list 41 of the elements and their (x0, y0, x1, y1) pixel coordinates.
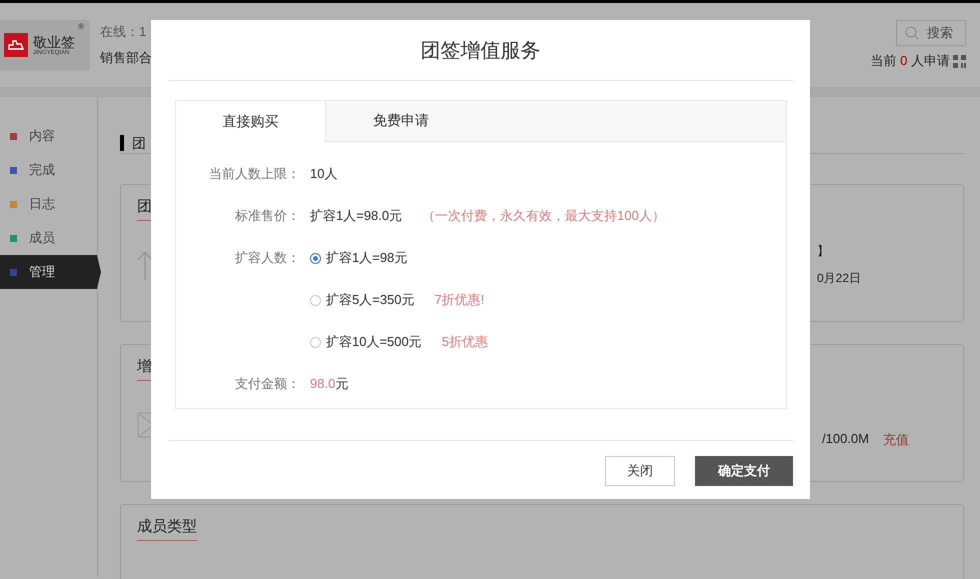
card-text: 0月22日 (817, 270, 862, 287)
storage-usage: /100.0M (822, 431, 869, 448)
payment-amount: 98.0元 (310, 375, 348, 393)
radio-option[interactable]: 扩容1人=98元 (310, 249, 408, 267)
field-label: 支付金额： (234, 375, 300, 393)
field-value: 10人 (310, 165, 338, 183)
sidebar-item[interactable]: 成员 (0, 221, 97, 255)
radio-option[interactable]: 扩容10人=500元 (310, 333, 422, 351)
radio-icon[interactable] (310, 294, 321, 306)
discount-note: 5折优惠 (442, 333, 488, 351)
field-value: 扩容1人=98.0元 (310, 207, 402, 225)
field-label: 扩容人数： (234, 249, 300, 267)
upload-icon (137, 248, 153, 282)
search-icon (905, 26, 919, 40)
field-label: 当前人数上限： (208, 165, 300, 183)
tab[interactable]: 直接购买 (176, 101, 326, 142)
qr-code-icon[interactable] (953, 54, 966, 68)
department-name: 销售部合 (100, 49, 152, 67)
close-button[interactable]: 关闭 (605, 456, 675, 486)
section-heading: 团 (132, 135, 146, 153)
application-count: 当前 0 人申请 (870, 52, 950, 70)
radio-icon[interactable] (310, 336, 321, 348)
field-label: 标准售价： (234, 207, 300, 225)
sidebar-item[interactable]: 完成 (0, 153, 97, 187)
logo-icon (4, 33, 28, 57)
radio-option[interactable]: 扩容5人=350元 (310, 291, 415, 309)
dialog-title: 团签增值服务 (168, 20, 793, 81)
price-note: （一次付费，永久有效，最大支持100人） (422, 207, 665, 225)
confirm-button[interactable]: 确定支付 (695, 456, 793, 486)
sidebar-item[interactable]: 内容 (0, 119, 97, 153)
tab[interactable]: 免费申请 (326, 101, 476, 141)
sidebar-item[interactable]: 管理 (0, 255, 101, 289)
online-count: 在线：1 (100, 23, 148, 41)
card-text: 】 (817, 243, 830, 260)
discount-note: 7折优惠! (434, 291, 484, 309)
search-field[interactable]: 搜索 (896, 20, 966, 46)
radio-icon[interactable] (310, 252, 321, 264)
sidebar-item[interactable]: 日志 (0, 187, 97, 221)
registered-mark: ® (78, 22, 84, 31)
logo-name: 敬业签 (33, 34, 75, 50)
card-title: 成员类型 (137, 517, 197, 541)
